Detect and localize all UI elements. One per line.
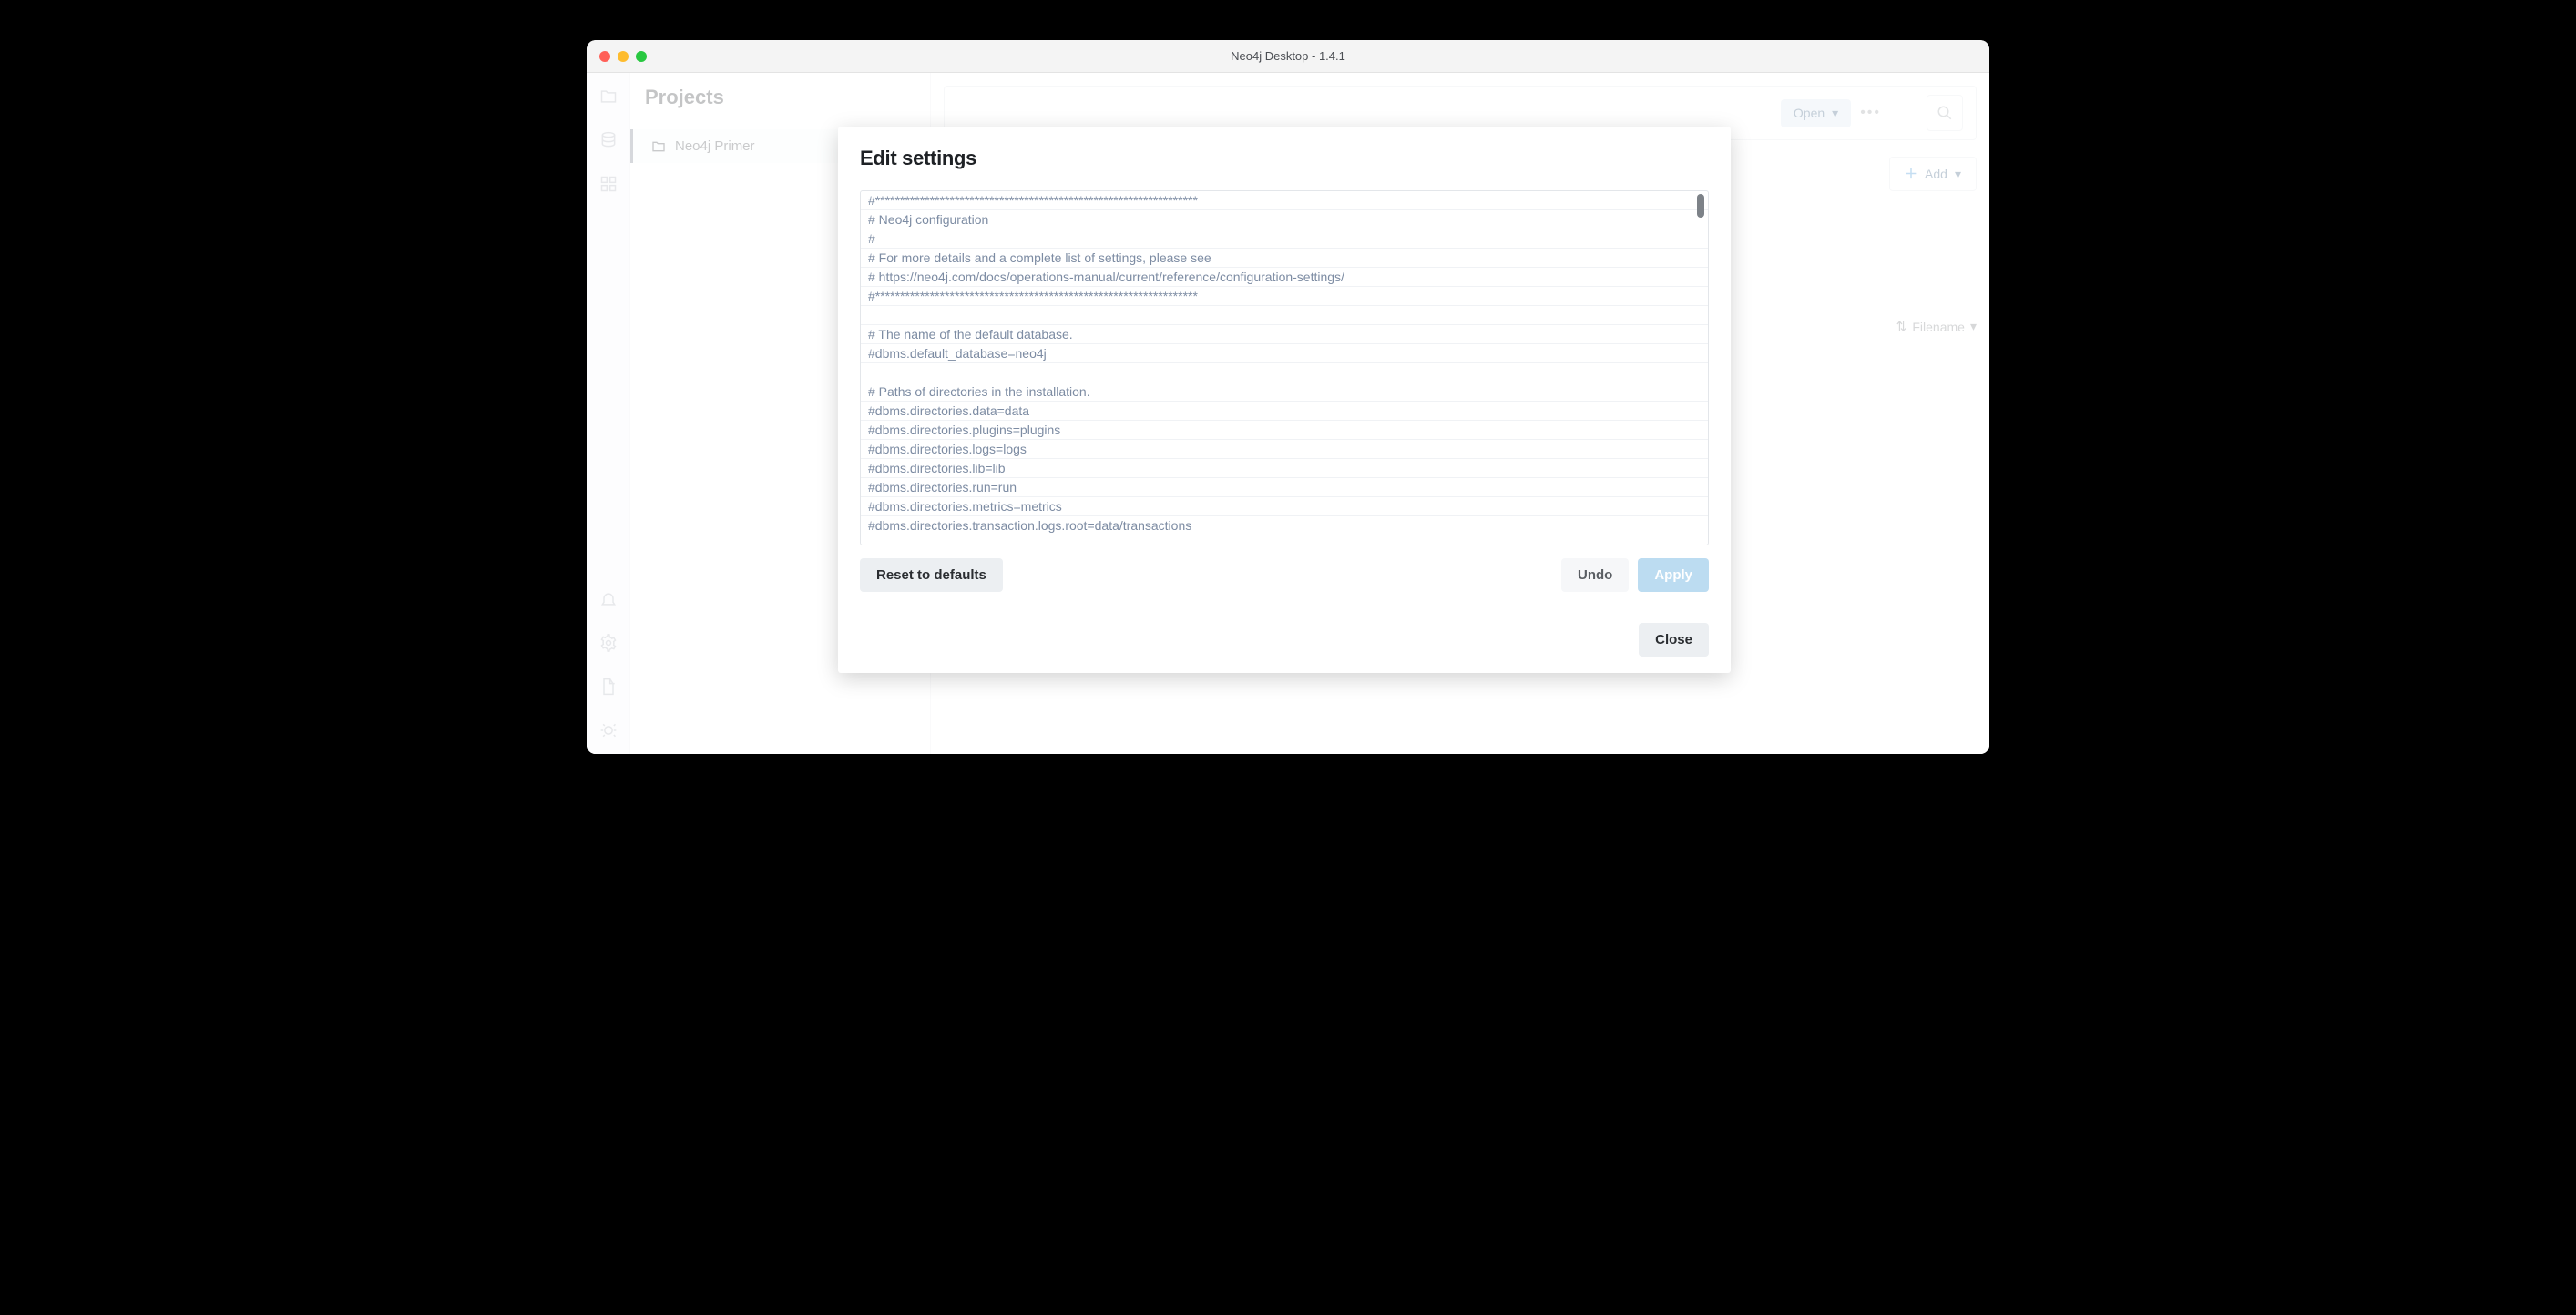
- app-window: Neo4j Desktop - 1.4.1 Projects Neo4j Pri…: [587, 40, 1989, 754]
- editor-line[interactable]: #dbms.directories.plugins=plugins: [861, 421, 1708, 440]
- close-button[interactable]: Close: [1639, 623, 1709, 657]
- editor-line[interactable]: #dbms.directories.lib=lib: [861, 459, 1708, 478]
- editor-line[interactable]: #dbms.directories.run=run: [861, 478, 1708, 497]
- editor-content[interactable]: #***************************************…: [861, 191, 1708, 545]
- window-maximize-button[interactable]: [636, 51, 647, 62]
- undo-button[interactable]: Undo: [1561, 558, 1629, 592]
- modal-title: Edit settings: [860, 147, 1709, 170]
- window-title: Neo4j Desktop - 1.4.1: [587, 49, 1989, 63]
- editor-line[interactable]: #dbms.directories.data=data: [861, 402, 1708, 421]
- editor-line[interactable]: # Neo4j configuration: [861, 210, 1708, 229]
- apply-button[interactable]: Apply: [1638, 558, 1709, 592]
- editor-line[interactable]: #***************************************…: [861, 287, 1708, 306]
- editor-line[interactable]: [861, 306, 1708, 325]
- editor-line[interactable]: #: [861, 229, 1708, 249]
- editor-line[interactable]: # https://neo4j.com/docs/operations-manu…: [861, 268, 1708, 287]
- reset-to-defaults-button[interactable]: Reset to defaults: [860, 558, 1003, 592]
- editor-line[interactable]: #dbms.directories.metrics=metrics: [861, 497, 1708, 516]
- editor-line[interactable]: # For more details and a complete list o…: [861, 249, 1708, 268]
- editor-line[interactable]: # The name of the default database.: [861, 325, 1708, 344]
- editor-line[interactable]: #dbms.directories.transaction.logs.root=…: [861, 516, 1708, 535]
- editor-line[interactable]: #dbms.directories.logs=logs: [861, 440, 1708, 459]
- editor-line[interactable]: # Paths of directories in the installati…: [861, 382, 1708, 402]
- window-minimize-button[interactable]: [618, 51, 629, 62]
- edit-settings-modal: Edit settings #*************************…: [838, 127, 1731, 673]
- titlebar: Neo4j Desktop - 1.4.1: [587, 40, 1989, 73]
- editor-line[interactable]: [861, 363, 1708, 382]
- settings-editor[interactable]: #***************************************…: [860, 190, 1709, 545]
- window-controls: [599, 51, 647, 62]
- editor-line[interactable]: #dbms.default_database=neo4j: [861, 344, 1708, 363]
- scrollbar-thumb[interactable]: [1697, 194, 1704, 218]
- editor-line[interactable]: #***************************************…: [861, 191, 1708, 210]
- window-close-button[interactable]: [599, 51, 610, 62]
